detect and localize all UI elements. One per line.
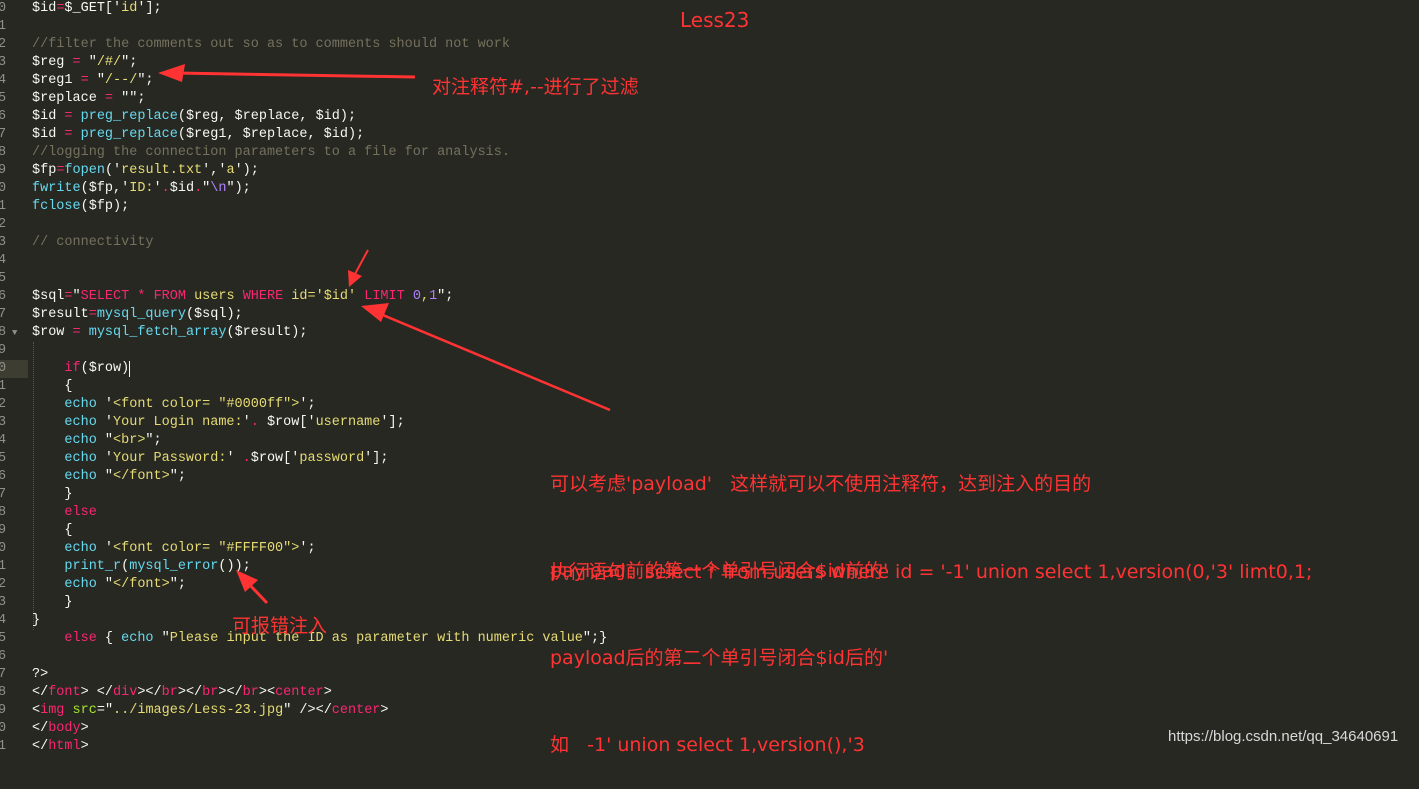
arrow-to-id	[361, 303, 611, 412]
arrow-to-regex	[158, 64, 416, 82]
annotation-arrows	[158, 64, 611, 605]
arrow-to-quote-top	[348, 249, 369, 287]
arrow-to-mysql-error	[236, 570, 269, 605]
